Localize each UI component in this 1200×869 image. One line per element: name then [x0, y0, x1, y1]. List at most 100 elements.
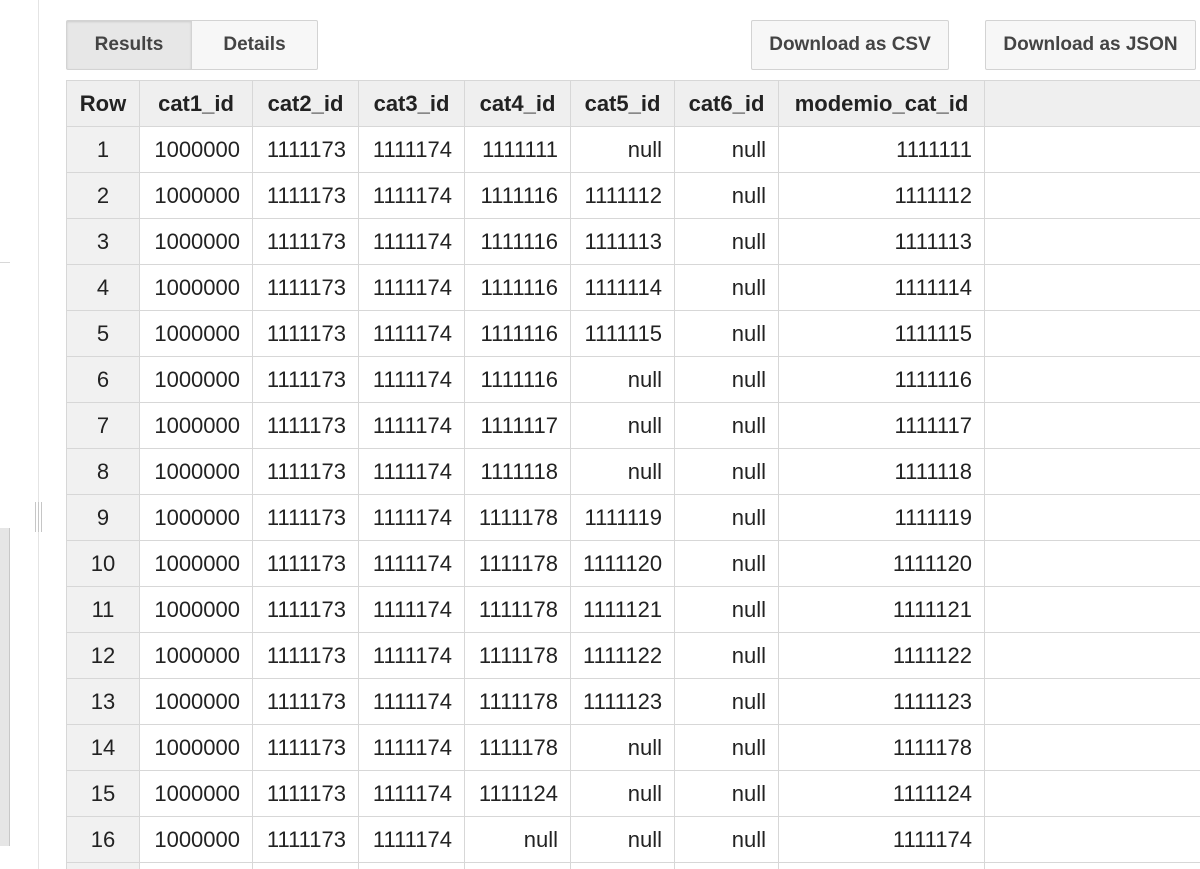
table-cell: null: [570, 770, 675, 817]
table-cell: 1111124: [464, 770, 571, 817]
row-number-cell: 9: [66, 494, 140, 541]
table-cell: null: [674, 448, 779, 495]
table-cell: 1111178: [464, 678, 571, 725]
row-filler: [984, 770, 1200, 817]
table-cell: 1111174: [358, 494, 465, 541]
table-cell: 1000000: [139, 218, 253, 265]
table-cell: 1111178: [464, 540, 571, 587]
table-cell: 1111123: [778, 678, 985, 725]
table-cell: 1111174: [358, 632, 465, 679]
table-cell: 1111121: [778, 586, 985, 633]
table-cell: 1000000: [139, 632, 253, 679]
table-row: 12 1000000 1111173 1111174 1111178 1111122 nul…: [66, 632, 1200, 679]
table-cell: 1111173: [252, 816, 359, 863]
table-cell: 1111121: [570, 586, 675, 633]
table-cell: 1111173: [252, 632, 359, 679]
table-cell: null: [674, 724, 779, 771]
table-cell: null: [674, 172, 779, 219]
row-number-cell: 2: [66, 172, 140, 219]
table-cell: null: [570, 816, 675, 863]
table-cell: 1000000: [139, 586, 253, 633]
table-cell: 1111113: [570, 218, 675, 265]
row-filler: [984, 540, 1200, 587]
table-cell: 1111112: [570, 172, 675, 219]
table-cell: null: [674, 770, 779, 817]
table-cell: 1111117: [778, 402, 985, 449]
row-filler: [984, 632, 1200, 679]
row-number-cell: 12: [66, 632, 140, 679]
table-cell: 1111113: [778, 218, 985, 265]
table-cell: 1111111: [778, 126, 985, 173]
table-cell: 1111173: [252, 678, 359, 725]
row-filler: [984, 356, 1200, 403]
table-cell: 1111115: [570, 310, 675, 357]
table-cell: 1111124: [778, 770, 985, 817]
left-pane-scrollbar[interactable]: [0, 528, 10, 846]
row-number-cell: 8: [66, 448, 140, 495]
column-header-cat5-id: cat5_id: [570, 80, 675, 127]
table-row: [66, 862, 1200, 869]
row-number-cell: 5: [66, 310, 140, 357]
table-cell: 1111117: [464, 402, 571, 449]
tab-details[interactable]: Details: [192, 20, 318, 70]
table-cell: null: [674, 540, 779, 587]
table-cell: 1111173: [252, 356, 359, 403]
table-cell: 1111173: [252, 494, 359, 541]
table-cell: [674, 862, 779, 869]
table-cell: 1000000: [139, 724, 253, 771]
column-header-modemio-cat-id: modemio_cat_id: [778, 80, 985, 127]
table-cell: 1111174: [358, 172, 465, 219]
table-cell: 1111173: [252, 218, 359, 265]
table-cell: 1000000: [139, 816, 253, 863]
table-cell: 1111174: [358, 724, 465, 771]
pane-resize-handle-icon[interactable]: [33, 502, 43, 532]
table-cell: 1111173: [252, 126, 359, 173]
download-json-button[interactable]: Download as JSON: [985, 20, 1196, 70]
table-cell: 1111174: [358, 126, 465, 173]
row-number-cell: 13: [66, 678, 140, 725]
table-cell: null: [674, 310, 779, 357]
table-cell: 1111111: [464, 126, 571, 173]
row-number-cell: 15: [66, 770, 140, 817]
results-table-container[interactable]: Row cat1_id cat2_id cat3_id cat4_id cat5_id ca…: [66, 80, 1200, 869]
table-cell: [139, 862, 253, 869]
table-cell: 1111174: [358, 540, 465, 587]
table-cell: 1111116: [778, 356, 985, 403]
row-number-cell: 6: [66, 356, 140, 403]
table-cell: 1111174: [358, 678, 465, 725]
table-cell: 1111173: [252, 264, 359, 311]
table-cell: null: [570, 448, 675, 495]
table-cell: 1000000: [139, 310, 253, 357]
table-cell: [464, 862, 571, 869]
table-cell: 1111173: [252, 586, 359, 633]
table-row: 2 1000000 1111173 1111174 1111116 1111112 null…: [66, 172, 1200, 219]
table-cell: 1000000: [139, 126, 253, 173]
table-cell: null: [570, 402, 675, 449]
row-filler: [984, 310, 1200, 357]
table-cell: 1000000: [139, 678, 253, 725]
table-cell: 1111116: [464, 172, 571, 219]
table-cell: 1111122: [570, 632, 675, 679]
table-cell: null: [674, 218, 779, 265]
table-cell: 1111116: [464, 264, 571, 311]
download-csv-button[interactable]: Download as CSV: [751, 20, 949, 70]
table-row: 15 1000000 1111173 1111174 1111124 null null 11…: [66, 770, 1200, 817]
table-row: 14 1000000 1111173 1111174 1111178 null null 11…: [66, 724, 1200, 771]
table-cell: [252, 862, 359, 869]
table-cell: 1000000: [139, 356, 253, 403]
table-cell: 1111174: [358, 770, 465, 817]
table-cell: 1111174: [358, 402, 465, 449]
table-cell: 1111178: [464, 632, 571, 679]
table-cell: 1111178: [464, 494, 571, 541]
table-row: 9 1000000 1111173 1111174 1111178 1111119 null…: [66, 494, 1200, 541]
table-cell: 1111118: [464, 448, 571, 495]
table-cell: 1111119: [778, 494, 985, 541]
row-filler: [984, 448, 1200, 495]
table-cell: 1000000: [139, 402, 253, 449]
row-filler: [984, 862, 1200, 869]
table-cell: 1000000: [139, 264, 253, 311]
tab-results[interactable]: Results: [66, 20, 192, 70]
table-cell: 1111173: [252, 770, 359, 817]
row-filler: [984, 678, 1200, 725]
results-table: Row cat1_id cat2_id cat3_id cat4_id cat5_id ca…: [66, 80, 1200, 869]
